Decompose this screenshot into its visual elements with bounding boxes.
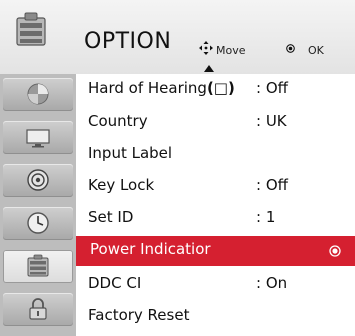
selected-radio-icon <box>329 245 341 257</box>
option-power-indicator[interactable]: Power Indicatior <box>76 236 355 266</box>
option-value: : 1 <box>256 208 276 226</box>
option-label: DDC CI <box>88 274 142 292</box>
option-value: : Off <box>256 79 288 97</box>
sidebar-item-time[interactable] <box>3 207 73 240</box>
option-factory-reset[interactable]: Factory Reset <box>76 302 355 332</box>
sidebar-item-lock[interactable] <box>3 293 73 326</box>
option-set-id[interactable]: Set ID : 1 <box>76 204 355 234</box>
sidebar-item-audio[interactable] <box>3 164 73 197</box>
scroll-up-arrow-icon[interactable] <box>204 65 214 72</box>
sidebar-item-screen[interactable] <box>3 121 73 154</box>
option-icon <box>27 254 49 277</box>
option-ddc-ci[interactable]: DDC CI : On <box>76 270 355 300</box>
option-hard-of-hearing[interactable]: Hard of Hearing(□) : Off <box>76 75 355 105</box>
sidebar-item-picture[interactable] <box>3 78 73 111</box>
clock-icon <box>27 212 49 234</box>
move-hint: Move <box>216 44 246 57</box>
menu-header: OPTION Move OK <box>0 0 355 74</box>
option-label: Factory Reset <box>88 306 190 324</box>
picture-icon <box>27 83 49 105</box>
move-arrows-icon <box>199 41 213 55</box>
ok-button-icon <box>286 44 295 53</box>
sidebar-item-option[interactable] <box>3 250 73 283</box>
option-value: : Off <box>256 176 288 194</box>
option-key-lock[interactable]: Key Lock : Off <box>76 172 355 202</box>
option-list: Hard of Hearing(□) : Off Country : UK In… <box>76 65 355 336</box>
option-menu: OPTION Move OK Hard of Hearing(□): Off … <box>0 0 355 336</box>
page-title: OPTION <box>84 29 172 54</box>
option-country[interactable]: Country : UK <box>76 108 355 138</box>
screen-icon <box>26 129 50 148</box>
option-label: Country <box>88 112 148 130</box>
audio-icon <box>27 169 49 191</box>
option-label: Set ID <box>88 208 134 226</box>
option-label: Hard of Hearing <box>88 79 207 97</box>
option-label: Power Indicatior <box>90 240 211 258</box>
option-value: : On <box>256 274 288 292</box>
option-value: : UK <box>256 112 287 130</box>
subtitle-symbol-icon: (□) <box>206 79 235 97</box>
category-sidebar <box>0 74 76 336</box>
option-input-label[interactable]: Input Label <box>76 140 355 170</box>
option-label: Input Label <box>88 144 173 162</box>
lock-icon <box>29 298 47 320</box>
ok-hint: OK <box>308 44 324 57</box>
option-label: Key Lock <box>88 176 155 194</box>
option-icon <box>16 12 46 46</box>
